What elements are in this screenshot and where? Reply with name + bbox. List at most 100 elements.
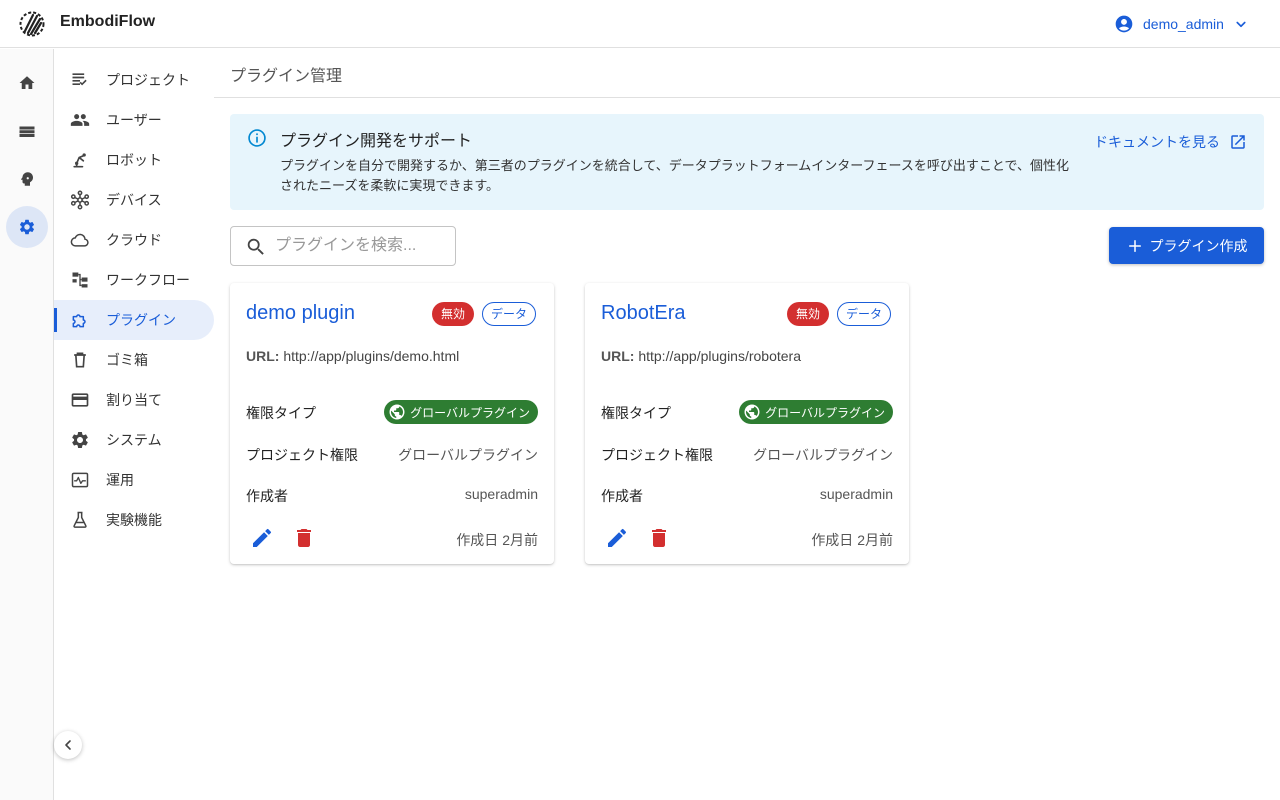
sidebar-collapse-button[interactable] [54, 731, 82, 759]
plus-icon [1128, 239, 1141, 252]
permission-type-chip: グローバルプラグイン [384, 400, 538, 424]
sidebar-item-label: プロジェクト [106, 72, 190, 88]
info-banner: プラグイン開発をサポート プラグインを自分で開発するか、第三者のプラグインを統合… [230, 114, 1264, 210]
url-value: http://app/plugins/demo.html [283, 348, 460, 364]
app-name: EmbodiFlow [60, 13, 156, 30]
created-date: 作成日 2月前 [456, 532, 538, 548]
creator-label: 作成者 [246, 488, 288, 504]
sidebar-item-label: システム [106, 432, 162, 448]
sidebar-item-experimental[interactable]: 実験機能 [54, 500, 214, 540]
plugin-url: URL: http://app/plugins/demo.html [246, 348, 459, 364]
info-body: プラグインを自分で開発するか、第三者のプラグインを統合して、データプラットフォー… [280, 158, 1069, 193]
app-logo-icon [19, 11, 45, 37]
sidebar-item-label: 割り当て [106, 392, 162, 408]
status-badge: 無効 [787, 302, 830, 326]
sidebar-item-devices[interactable]: デバイス [54, 180, 214, 220]
project-permission-value: グローバルプラグイン [753, 447, 893, 463]
url-label: URL: [246, 348, 280, 364]
project-permission-label: プロジェクト権限 [246, 447, 358, 463]
plugin-url: URL: http://app/plugins/robotera [601, 348, 801, 364]
permission-type-chip: グローバルプラグイン [739, 400, 893, 424]
storage-icon [19, 126, 35, 137]
project-permission-value: グローバルプラグイン [398, 447, 538, 463]
sidebar-item-label: 実験機能 [106, 512, 162, 528]
delete-icon[interactable] [292, 526, 316, 550]
status-badge: 無効 [432, 302, 475, 326]
home-icon [19, 76, 35, 89]
creator-value: superadmin [819, 486, 893, 502]
account-circle-icon [1115, 15, 1133, 33]
sidebar-item-system[interactable]: システム [54, 420, 214, 460]
chevron-left-icon [65, 740, 71, 750]
permission-type-label: 権限タイプ [246, 405, 316, 421]
cloud-icon [70, 233, 89, 247]
sidebar-item-workflow[interactable]: ワークフロー [54, 260, 214, 300]
permission-type-label: 権限タイプ [601, 405, 671, 421]
sidebar-item-label: クラウド [106, 232, 162, 248]
sidebar: プロジェクト ユーザー ロボット デバイス クラウド ワークフロー プラグイン … [54, 49, 214, 800]
top-bar: EmbodiFlow demo_admin [0, 0, 1280, 48]
puzzle-icon [72, 314, 86, 328]
flask-icon [73, 511, 87, 528]
user-name: demo_admin [1143, 16, 1224, 32]
url-value: http://app/plugins/robotera [638, 348, 801, 364]
gear-icon [19, 219, 35, 235]
user-menu[interactable]: demo_admin [1114, 12, 1250, 36]
plugin-card: RobotEra 無効 データ URL: http://app/plugins/… [585, 283, 909, 564]
icon-rail [0, 49, 54, 800]
created-date: 作成日 2月前 [811, 532, 893, 548]
trash-icon [74, 352, 86, 368]
users-icon [70, 114, 90, 126]
category-badge: データ [482, 302, 537, 326]
plugin-name[interactable]: demo plugin [246, 302, 355, 325]
sidebar-item-projects[interactable]: プロジェクト [54, 60, 214, 100]
rail-settings-button[interactable] [6, 206, 48, 248]
project-list-icon [72, 73, 87, 86]
open-in-new-icon [1231, 135, 1245, 149]
info-title: プラグイン開発をサポート [280, 133, 473, 150]
documentation-link[interactable]: ドキュメントを見る [1094, 132, 1247, 152]
sidebar-item-cloud[interactable]: クラウド [54, 220, 214, 260]
edit-icon[interactable] [605, 526, 629, 550]
search-input[interactable] [275, 234, 450, 258]
globe-icon [744, 404, 760, 420]
sidebar-item-robots[interactable]: ロボット [54, 140, 214, 180]
create-plugin-label: プラグイン作成 [1149, 237, 1248, 254]
sidebar-item-trash[interactable]: ゴミ箱 [54, 340, 214, 380]
search-field [230, 226, 456, 266]
delete-icon[interactable] [647, 526, 671, 550]
gear-icon [72, 432, 88, 448]
sidebar-item-label: ワークフロー [106, 272, 190, 288]
url-label: URL: [601, 348, 635, 364]
sidebar-item-users[interactable]: ユーザー [54, 100, 214, 140]
permission-type-value: グローバルプラグイン [765, 405, 885, 420]
edit-icon[interactable] [250, 526, 274, 550]
monitor-icon [71, 472, 89, 488]
sidebar-item-label: 運用 [106, 472, 134, 488]
category-badge: データ [837, 302, 892, 326]
sidebar-item-label: ゴミ箱 [106, 352, 148, 368]
project-permission-label: プロジェクト権限 [601, 447, 713, 463]
globe-icon [389, 404, 405, 420]
rail-data-button[interactable] [6, 110, 48, 152]
sidebar-item-label: プラグイン [106, 312, 176, 328]
sidebar-item-operations[interactable]: 運用 [54, 460, 214, 500]
search-icon [247, 238, 264, 255]
rail-ai-button[interactable] [6, 158, 48, 200]
sidebar-item-plugins[interactable]: プラグイン [54, 300, 214, 340]
robot-arm-icon [73, 153, 86, 168]
create-plugin-button[interactable]: プラグイン作成 [1109, 227, 1264, 264]
rail-home-button[interactable] [6, 62, 48, 104]
device-hub-icon [70, 190, 90, 210]
divider [214, 97, 1280, 98]
documentation-link-label: ドキュメントを見る [1094, 134, 1220, 150]
sidebar-item-label: デバイス [106, 192, 162, 208]
head-idea-icon [21, 172, 33, 186]
creator-value: superadmin [464, 486, 538, 502]
creator-label: 作成者 [601, 488, 643, 504]
plugin-name[interactable]: RobotEra [601, 302, 686, 325]
sidebar-item-label: ユーザー [106, 112, 162, 128]
chevron-down-icon [1236, 21, 1246, 28]
permission-type-value: グローバルプラグイン [410, 405, 530, 420]
sidebar-item-assignments[interactable]: 割り当て [54, 380, 214, 420]
